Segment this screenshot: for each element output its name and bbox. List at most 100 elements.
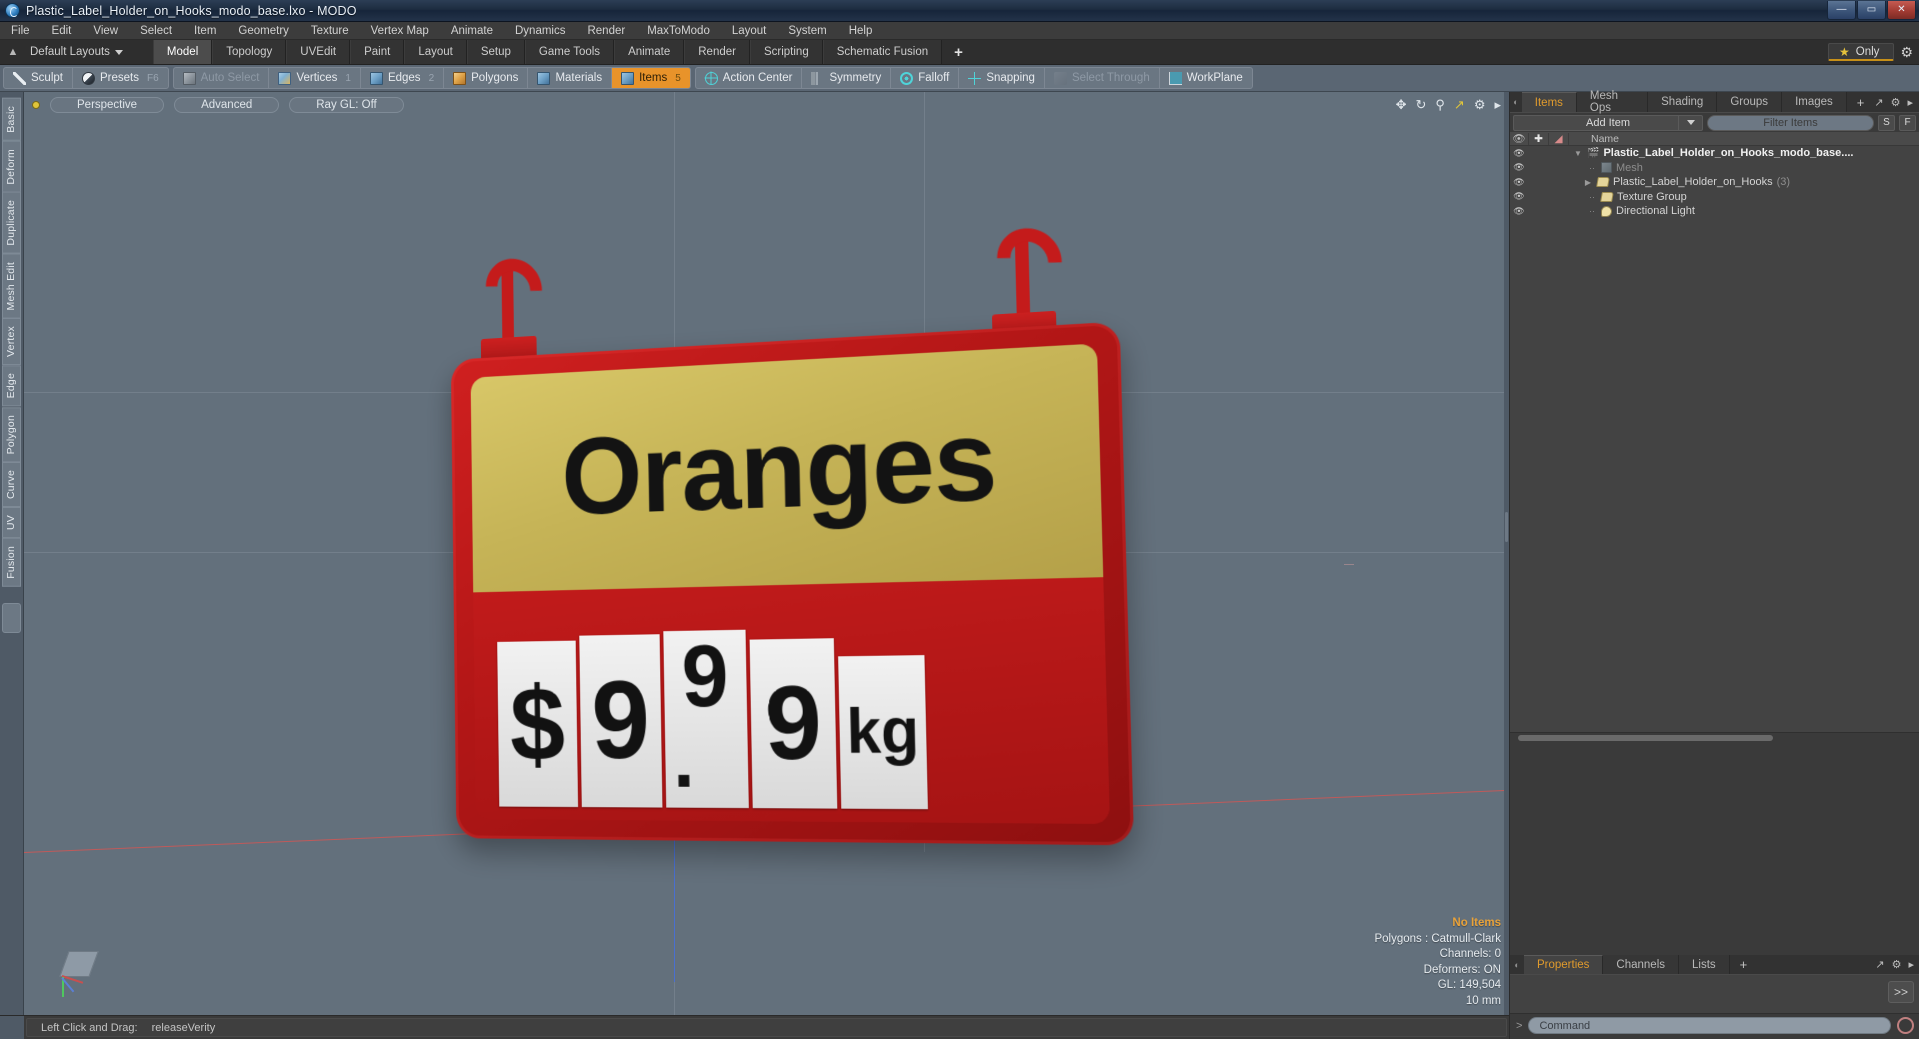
item-tree-horizontal-scrollbar[interactable]: [1510, 732, 1919, 742]
left-tab-uv[interactable]: UV: [2, 507, 21, 539]
maximize-button[interactable]: ▭: [1857, 1, 1886, 20]
menu-vertex-map[interactable]: Vertex Map: [360, 22, 440, 40]
auto-select-button[interactable]: Auto Select: [174, 68, 270, 88]
menu-maxtomodo[interactable]: MaxToModo: [636, 22, 721, 40]
home-icon[interactable]: ▲: [0, 40, 26, 64]
tab-images[interactable]: Images: [1782, 92, 1847, 112]
default-layouts-dropdown[interactable]: Default Layouts: [26, 40, 133, 64]
materials-button[interactable]: Materials: [528, 68, 613, 88]
menu-geometry[interactable]: Geometry: [227, 22, 300, 40]
layout-tab-paint[interactable]: Paint: [350, 40, 405, 64]
chevron-down-icon[interactable]: [1678, 115, 1702, 130]
viewport-shading-button[interactable]: Advanced: [174, 97, 280, 113]
panel-divider-handle[interactable]: [1505, 512, 1508, 542]
menu-edit[interactable]: Edit: [41, 22, 83, 40]
action-center-button[interactable]: Action Center: [696, 68, 803, 88]
left-tab-mesh-edit[interactable]: Mesh Edit: [2, 253, 21, 319]
filter-f-button[interactable]: F: [1899, 114, 1916, 131]
twirl-right-icon[interactable]: ▶: [1583, 178, 1593, 187]
chevron-right-icon[interactable]: ▸: [1908, 958, 1914, 971]
add-item-button[interactable]: Add Item: [1513, 114, 1703, 131]
sculpt-button[interactable]: Sculpt: [4, 68, 73, 88]
panel-corner-icon[interactable]: ◐: [1510, 92, 1522, 112]
left-tab-curve[interactable]: Curve: [2, 462, 21, 508]
menu-animate[interactable]: Animate: [440, 22, 504, 40]
tab-mesh-ops[interactable]: Mesh Ops: [1576, 90, 1649, 114]
menu-render[interactable]: Render: [576, 22, 636, 40]
left-tab-polygon[interactable]: Polygon: [2, 406, 21, 463]
gear-icon[interactable]: ⚙: [1891, 96, 1901, 109]
presets-button[interactable]: Presets F6: [73, 68, 168, 88]
layout-tab-topology[interactable]: Topology: [212, 40, 287, 64]
polygons-button[interactable]: Polygons: [444, 68, 529, 88]
left-tab-deform[interactable]: Deform: [2, 140, 21, 193]
viewport-raygl-button[interactable]: Ray GL: Off: [289, 97, 404, 113]
gear-icon[interactable]: ⚙: [1900, 45, 1913, 59]
tab-items[interactable]: Items: [1521, 92, 1577, 112]
add-layout-tab-button[interactable]: +: [942, 40, 975, 64]
layout-tab-game-tools[interactable]: Game Tools: [524, 40, 615, 64]
menu-help[interactable]: Help: [838, 22, 884, 40]
add-panel-tab-button[interactable]: +: [1847, 92, 1875, 112]
expand-icon[interactable]: ↗: [1875, 958, 1884, 971]
visibility-toggle[interactable]: 👁: [1510, 162, 1528, 173]
move-icon[interactable]: ✥: [1396, 97, 1407, 113]
item-row-scene[interactable]: ▼ 🎬 Plastic_Label_Holder_on_Hooks_modo_b…: [1568, 147, 1919, 159]
menu-item[interactable]: Item: [183, 22, 227, 40]
items-button[interactable]: Items 5: [612, 68, 690, 88]
left-tab-duplicate[interactable]: Duplicate: [2, 192, 21, 254]
item-tree[interactable]: 👁 ✚ ◢ Name 👁 ▼ 🎬 Plastic_Label_Holder_on…: [1510, 132, 1919, 732]
layout-tab-render[interactable]: Render: [684, 40, 750, 64]
tab-channels[interactable]: Channels: [1603, 955, 1680, 974]
3d-viewport[interactable]: Oranges $ 9 9 . 9 kg Perspective Advance…: [24, 92, 1509, 1015]
chevron-right-icon[interactable]: ▸: [1494, 97, 1501, 113]
menu-dynamics[interactable]: Dynamics: [504, 22, 576, 40]
menu-layout[interactable]: Layout: [721, 22, 778, 40]
layout-tab-schematic-fusion[interactable]: Schematic Fusion: [822, 40, 943, 64]
item-row-texture-group[interactable]: ·· Texture Group: [1568, 191, 1919, 203]
left-tab-edge[interactable]: Edge: [2, 365, 21, 407]
visibility-toggle[interactable]: 👁: [1510, 148, 1528, 159]
layout-tab-model[interactable]: Model: [152, 40, 213, 64]
workplane-button[interactable]: WorkPlane: [1160, 68, 1252, 88]
command-input[interactable]: Command: [1528, 1017, 1891, 1034]
gear-icon[interactable]: ⚙: [1892, 958, 1902, 971]
left-tab-extra[interactable]: [2, 602, 21, 633]
only-toggle-button[interactable]: ★ Only: [1828, 43, 1895, 61]
visibility-toggle[interactable]: 👁: [1510, 206, 1528, 217]
falloff-button[interactable]: Falloff: [891, 68, 960, 88]
filter-s-button[interactable]: S: [1878, 114, 1895, 131]
expand-icon[interactable]: ↗: [1874, 96, 1883, 109]
left-tab-fusion[interactable]: Fusion: [2, 538, 21, 587]
menu-view[interactable]: View: [82, 22, 129, 40]
menu-system[interactable]: System: [777, 22, 837, 40]
left-tab-vertex[interactable]: Vertex: [2, 318, 21, 366]
twirl-down-icon[interactable]: ▼: [1573, 149, 1583, 158]
menu-texture[interactable]: Texture: [300, 22, 360, 40]
item-row-mesh[interactable]: ·· Mesh: [1568, 162, 1919, 174]
rotate-icon[interactable]: ↻: [1415, 97, 1426, 113]
select-through-button[interactable]: Select Through: [1045, 68, 1160, 88]
layout-tab-layout[interactable]: Layout: [404, 40, 467, 64]
close-button[interactable]: ✕: [1887, 1, 1916, 20]
viewport-active-dot[interactable]: [32, 101, 40, 109]
symmetry-button[interactable]: Symmetry: [802, 68, 892, 88]
minimize-button[interactable]: —: [1827, 1, 1856, 20]
table-row[interactable]: 👁 ·· Texture Group: [1510, 190, 1919, 205]
fit-icon[interactable]: ↗: [1454, 97, 1465, 113]
tab-properties[interactable]: Properties: [1524, 955, 1604, 974]
tab-shading[interactable]: Shading: [1648, 92, 1718, 112]
menu-file[interactable]: File: [0, 22, 41, 40]
visibility-toggle[interactable]: 👁: [1510, 177, 1528, 188]
left-tab-basic[interactable]: Basic: [2, 98, 21, 141]
tab-groups[interactable]: Groups: [1717, 92, 1783, 112]
table-row[interactable]: 👁 ·· Mesh: [1510, 161, 1919, 176]
table-row[interactable]: 👁 ·· Directional Light: [1510, 204, 1919, 219]
layout-tab-setup[interactable]: Setup: [466, 40, 525, 64]
tab-lists[interactable]: Lists: [1679, 955, 1730, 974]
table-row[interactable]: 👁 ▼ 🎬 Plastic_Label_Holder_on_Hooks_modo…: [1510, 146, 1919, 161]
record-icon[interactable]: [1897, 1017, 1914, 1034]
visibility-toggle[interactable]: 👁: [1510, 191, 1528, 202]
item-row-holder-group[interactable]: ▶ Plastic_Label_Holder_on_Hooks (3): [1568, 176, 1919, 188]
viewport-view-mode-button[interactable]: Perspective: [50, 97, 165, 113]
